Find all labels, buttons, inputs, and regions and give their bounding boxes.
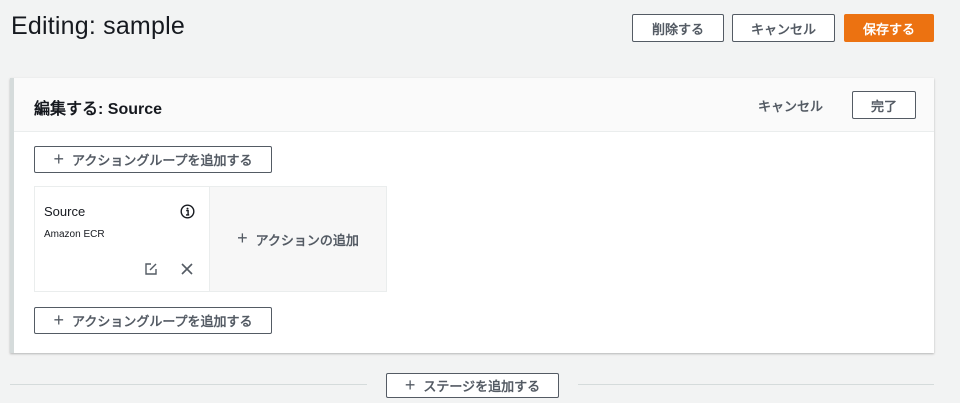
stage-cancel-link[interactable]: キャンセル [758, 96, 823, 115]
divider-left [10, 384, 367, 385]
plus-icon: + [53, 148, 64, 169]
edit-icon[interactable] [144, 262, 158, 276]
close-icon[interactable] [180, 262, 194, 276]
add-action-group-button-top[interactable]: + アクショングループを追加する [34, 146, 272, 173]
stage-panel: 編集する: Source キャンセル 完了 + アクショングループを追加する S… [10, 78, 934, 353]
add-action-group-label: アクショングループを追加する [71, 153, 253, 168]
info-icon[interactable] [180, 204, 195, 219]
delete-button[interactable]: 削除する [632, 14, 724, 42]
page-title: Editing: sample [11, 12, 185, 40]
action-card[interactable]: Source Amazon ECR [34, 186, 210, 292]
add-action-button[interactable]: + アクションの追加 [210, 186, 387, 292]
done-button[interactable]: 完了 [852, 91, 916, 119]
stage-header: 編集する: Source キャンセル 完了 [14, 78, 934, 132]
cancel-button[interactable]: キャンセル [732, 14, 835, 42]
add-stage-button[interactable]: + ステージを追加する [386, 373, 559, 398]
done-button-label: 完了 [870, 98, 897, 114]
cancel-button-label: キャンセル [750, 21, 816, 37]
action-provider: Amazon ECR [44, 229, 105, 240]
save-button-label: 保存する [862, 21, 915, 37]
add-action-group-label: アクショングループを追加する [71, 314, 253, 329]
add-action-label: アクションの追加 [255, 232, 359, 248]
divider-right [578, 384, 934, 385]
action-name: Source [44, 204, 86, 219]
plus-icon: + [53, 309, 64, 330]
add-stage-label: ステージを追加する [423, 379, 541, 394]
add-action-group-button-bottom[interactable]: + アクショングループを追加する [34, 307, 272, 334]
stage-title: 編集する: Source [34, 101, 163, 118]
save-button[interactable]: 保存する [844, 14, 934, 42]
plus-icon: + [237, 228, 248, 248]
plus-icon: + [404, 374, 416, 395]
delete-button-label: 削除する [651, 21, 704, 37]
